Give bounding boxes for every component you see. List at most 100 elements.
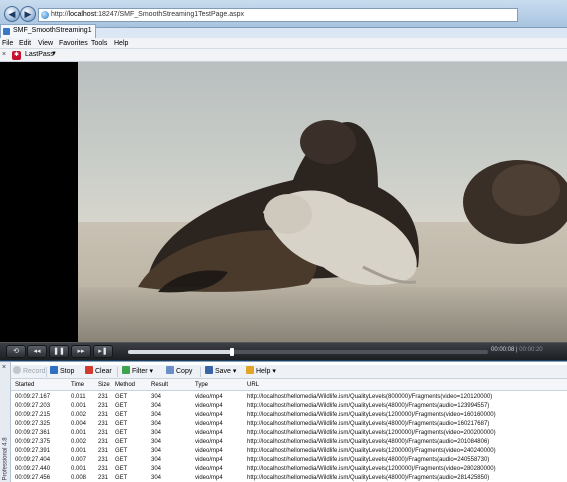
close-icon[interactable]: × — [2, 364, 6, 371]
cell-started: 00:09:27.215 — [15, 412, 51, 418]
rewind-button[interactable]: ◂◂ — [27, 345, 47, 358]
cell-result: 304 — [151, 439, 162, 445]
cell-url: http://localhost/hellomedia/Wildlife.ism… — [247, 466, 496, 472]
col-result[interactable]: Result — [151, 381, 168, 389]
close-icon[interactable]: × — [2, 51, 6, 58]
table-row[interactable]: 00:09:27.325 0.004 231 GET 304 video/mp4 http:… — [11, 420, 567, 429]
menu-view[interactable]: View — [38, 39, 53, 48]
chevron-down-icon[interactable]: ▼ — [51, 51, 57, 57]
menu-edit[interactable]: Edit — [19, 39, 31, 48]
forward-button[interactable]: ▶ — [20, 6, 36, 22]
chevron-down-icon: ▾ — [232, 368, 237, 375]
record-label: Record — [23, 368, 46, 375]
stop-label: Stop — [60, 368, 75, 375]
table-row[interactable]: 00:09:27.215 0.002 231 GET 304 video/mp4 http:… — [11, 411, 567, 420]
col-size[interactable]: Size — [98, 381, 110, 389]
filter-icon — [122, 366, 130, 374]
fast-forward-button[interactable]: ▸▸ — [71, 345, 91, 358]
table-row[interactable]: 00:09:27.203 0.001 231 GET 304 video/mp4 http:… — [11, 402, 567, 411]
video-region — [0, 62, 567, 342]
seek-bar[interactable] — [128, 348, 488, 356]
replay-icon: ⟲ — [13, 348, 19, 355]
copy-button[interactable]: Copy — [166, 366, 192, 378]
help-button[interactable]: Help ▾ — [246, 366, 276, 378]
video-frame[interactable] — [78, 62, 567, 342]
cell-result: 304 — [151, 466, 162, 472]
cell-started: 00:09:27.203 — [15, 403, 51, 409]
fast-forward-icon: ▸▸ — [77, 348, 85, 355]
table-row[interactable]: 00:09:27.440 0.001 231 GET 304 video/mp4 http:… — [11, 465, 567, 474]
cell-method: GET — [115, 475, 128, 481]
menu-bar: File Edit View Favorites Tools Help — [0, 38, 567, 49]
tab-smf-smoothstreaming[interactable]: SMF_SmoothStreaming1 — [0, 24, 96, 38]
col-type[interactable]: Type — [195, 381, 208, 389]
record-button[interactable]: Record — [13, 366, 46, 378]
cell-url: http://localhost/hellomedia/Wildlife.ism… — [247, 439, 490, 445]
cell-started: 00:09:27.361 — [15, 430, 51, 436]
page-icon — [3, 28, 10, 35]
table-header: Started Time Size Method Result Type URL — [11, 379, 567, 391]
table-row[interactable]: 00:09:27.456 0.008 231 GET 304 video/mp4 http:… — [11, 474, 567, 482]
help-label: Help — [256, 368, 271, 375]
stop-button[interactable]: Stop — [50, 366, 74, 378]
cell-method: GET — [115, 412, 128, 418]
save-button[interactable]: Save ▾ — [205, 366, 236, 378]
chevron-down-icon: ▾ — [272, 368, 276, 375]
url-prefix: http:// — [51, 11, 69, 18]
filter-button[interactable]: Filter ▾ — [122, 366, 153, 378]
url-input[interactable]: http://localhost:18247/SMF_SmoothStreami… — [38, 8, 518, 22]
globe-icon — [41, 11, 49, 19]
lastpass-label[interactable]: LastPass — [25, 51, 54, 58]
cell-method: GET — [115, 394, 128, 400]
cell-started: 00:09:27.456 — [15, 475, 51, 481]
cell-result: 304 — [151, 412, 162, 418]
next-button[interactable]: ▸❚ — [93, 345, 113, 358]
toolbar-divider — [200, 367, 201, 377]
copy-label: Copy — [176, 368, 193, 375]
cell-method: GET — [115, 421, 128, 427]
col-method[interactable]: Method — [115, 381, 135, 389]
table-row[interactable]: 00:09:27.361 0.001 231 GET 304 video/mp4 http:… — [11, 429, 567, 438]
cell-size: 231 — [98, 421, 109, 427]
menu-help[interactable]: Help — [114, 39, 128, 48]
menu-tools[interactable]: Tools — [91, 39, 107, 48]
save-label: Save — [215, 368, 231, 375]
chevron-down-icon: ▾ — [149, 368, 154, 375]
menu-file[interactable]: File — [2, 39, 13, 48]
forward-arrow-icon: ▶ — [24, 9, 32, 19]
table-row[interactable]: 00:09:27.391 0.001 231 GET 304 video/mp4 http:… — [11, 447, 567, 456]
seek-thumb[interactable] — [230, 348, 234, 356]
cell-url: http://localhost/hellomedia/Wildlife.ism… — [247, 448, 496, 454]
col-url[interactable]: URL — [247, 381, 259, 389]
cell-time: 0.008 — [71, 475, 87, 481]
pause-button[interactable]: ❚❚ — [49, 345, 69, 358]
player-controls: ⟲ ◂◂ ❚❚ ▸▸ ▸❚ 00:00:08 | 00:00:20 — [0, 342, 567, 360]
table-row[interactable]: 00:09:27.375 0.002 231 GET 304 video/mp4 http:… — [11, 438, 567, 447]
cell-time: 0.001 — [71, 403, 87, 409]
product-label: Professional 4.8 — [2, 437, 9, 481]
tab-title: SMF_SmoothStreaming1 — [13, 27, 92, 34]
cell-time: 0.001 — [71, 430, 87, 436]
stop-icon — [50, 366, 58, 374]
rewind-icon: ◂◂ — [33, 348, 41, 355]
cell-time: 0.002 — [71, 439, 87, 445]
col-started[interactable]: Started — [15, 381, 34, 389]
cell-type: video/mp4 — [195, 403, 223, 409]
cell-result: 304 — [151, 403, 162, 409]
back-button[interactable]: ◀ — [4, 6, 20, 22]
table-row[interactable]: 00:09:27.404 0.007 231 GET 304 video/mp4 http:… — [11, 456, 567, 465]
col-time[interactable]: Time — [71, 381, 84, 389]
cell-size: 231 — [98, 466, 109, 472]
replay-button[interactable]: ⟲ — [6, 345, 26, 358]
cell-started: 00:09:27.440 — [15, 466, 51, 472]
cell-type: video/mp4 — [195, 421, 223, 427]
request-table: Started Time Size Method Result Type URL… — [11, 379, 567, 482]
table-row[interactable]: 00:09:27.167 0.011 231 GET 304 video/mp4 http:… — [11, 393, 567, 402]
back-arrow-icon: ◀ — [8, 9, 16, 19]
cell-method: GET — [115, 403, 128, 409]
cell-type: video/mp4 — [195, 448, 223, 454]
menu-favorites[interactable]: Favorites — [59, 39, 88, 48]
time-total: 00:00:20 — [519, 347, 543, 353]
cell-method: GET — [115, 439, 128, 445]
clear-button[interactable]: Clear — [85, 366, 112, 378]
